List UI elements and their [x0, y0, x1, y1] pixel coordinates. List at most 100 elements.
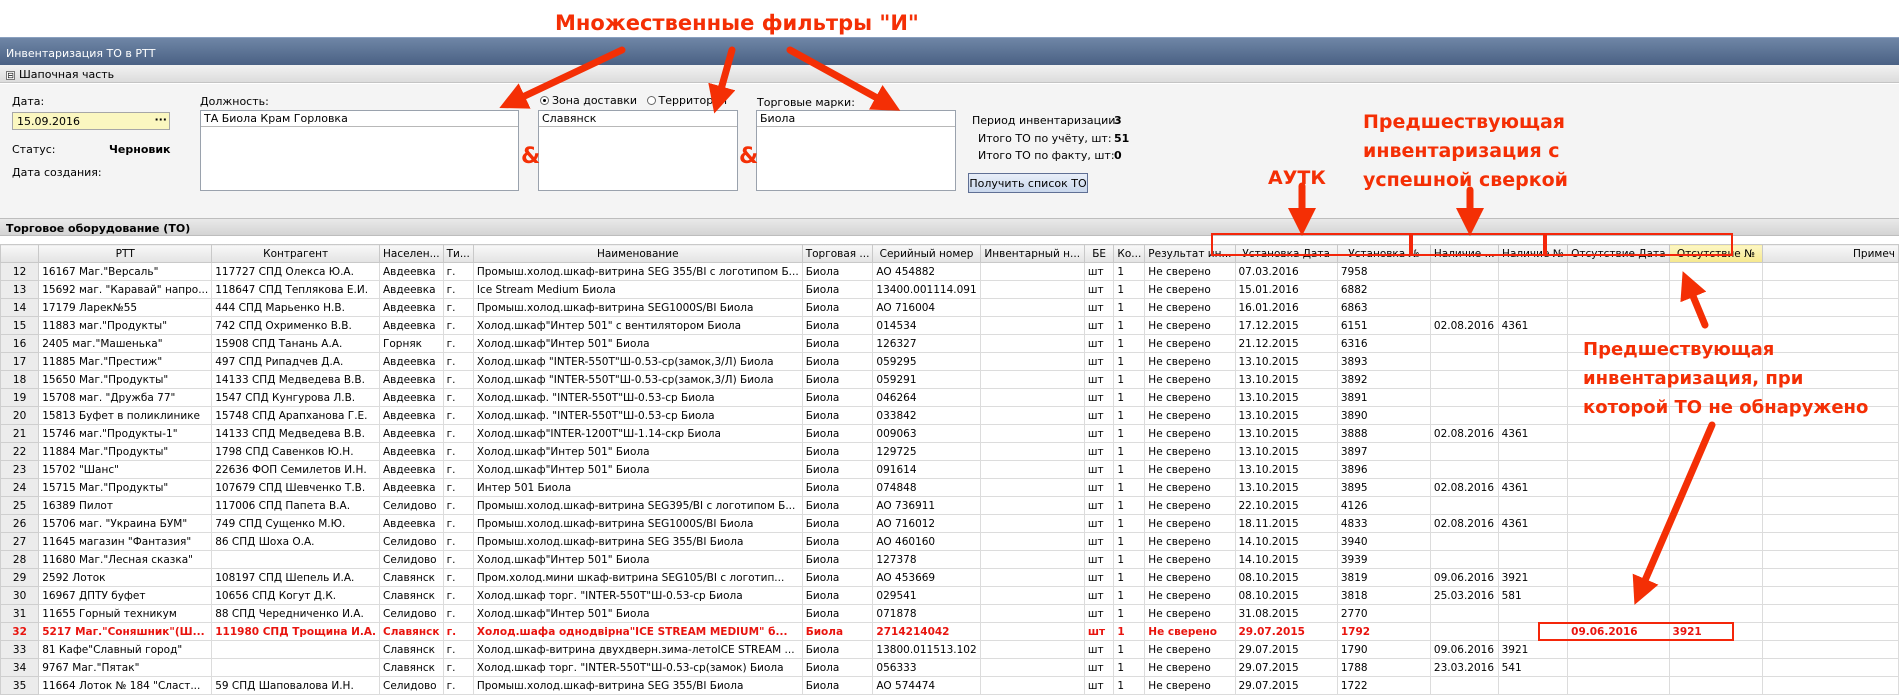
table-cell[interactable]: шт	[1083, 370, 1115, 389]
table-cell[interactable]: Ice Stream Medium Биола	[472, 280, 803, 299]
table-cell[interactable]	[979, 352, 1085, 371]
table-cell[interactable]: Не сверено	[1144, 370, 1236, 389]
table-cell[interactable]: 074848	[872, 478, 981, 497]
table-cell[interactable]: Холод.шкаф"Интер 501" с вентилятором Био…	[472, 316, 803, 335]
table-cell[interactable]: шт	[1083, 460, 1115, 479]
table-cell[interactable]: Биола	[801, 424, 874, 443]
table-cell[interactable]: 1	[1113, 568, 1146, 587]
row-number[interactable]: 30	[0, 586, 40, 605]
table-cell[interactable]: Биола	[801, 298, 874, 317]
table-cell[interactable]: г.	[442, 334, 474, 353]
table-cell[interactable]	[1668, 658, 1764, 677]
column-header[interactable]: Торговая ...	[801, 244, 874, 263]
table-cell[interactable]	[1668, 316, 1764, 335]
row-number[interactable]: 20	[0, 406, 40, 425]
table-cell[interactable]: шт	[1083, 550, 1115, 569]
equipment-table[interactable]: РТТ Контрагент Населен... Ти... Наименование…	[0, 244, 1899, 695]
table-cell[interactable]: г.	[442, 460, 474, 479]
table-cell[interactable]: Не сверено	[1144, 262, 1236, 281]
table-cell[interactable]: AO 453669	[872, 568, 981, 587]
table-cell[interactable]	[211, 640, 380, 659]
table-cell[interactable]: Промыш.холод.шкаф-витрина SEG 355/BI с л…	[472, 262, 803, 281]
table-cell[interactable]: 1	[1113, 604, 1146, 623]
table-cell[interactable]	[979, 388, 1085, 407]
table-cell[interactable]: 4361	[1497, 514, 1569, 533]
table-cell[interactable]	[1668, 550, 1764, 569]
table-cell[interactable]: 1	[1113, 424, 1146, 443]
table-cell[interactable]: 11664 Лоток № 184 "Сласт...	[38, 676, 213, 695]
table-cell[interactable]: 3888	[1336, 424, 1431, 443]
table-cell[interactable]: Не сверено	[1144, 604, 1236, 623]
table-cell[interactable]: 1790	[1336, 640, 1431, 659]
table-cell[interactable]: Биола	[801, 280, 874, 299]
table-cell[interactable]: 1	[1113, 334, 1146, 353]
table-cell[interactable]: 1	[1113, 388, 1146, 407]
table-cell[interactable]: 1	[1113, 370, 1146, 389]
table-cell[interactable]	[1429, 388, 1499, 407]
table-cell[interactable]: г.	[442, 370, 474, 389]
table-cell[interactable]: 749 СПД Сущенко М.Ю.	[211, 514, 380, 533]
brands-item[interactable]: Биола	[757, 111, 955, 127]
table-cell[interactable]: 1	[1113, 514, 1146, 533]
table-cell[interactable]: 3891	[1336, 388, 1431, 407]
table-cell[interactable]: Биола	[801, 460, 874, 479]
table-cell[interactable]: Славянск	[378, 586, 444, 605]
table-cell[interactable]: 1	[1113, 586, 1146, 605]
table-row[interactable]: 13 15692 маг. "Каравай" напро... 118647 СП…	[0, 280, 1899, 299]
table-cell[interactable]	[1668, 604, 1764, 623]
table-cell[interactable]: 541	[1497, 658, 1569, 677]
table-cell[interactable]: Авдеевка	[378, 370, 444, 389]
table-cell[interactable]	[1668, 586, 1764, 605]
table-cell[interactable]: 117727 СПД Олекса Ю.А.	[211, 262, 380, 281]
table-cell[interactable]: Авдеевка	[378, 442, 444, 461]
table-cell[interactable]: 16389 Пилот	[38, 496, 213, 515]
table-cell[interactable]: Холод.шкаф торг. "INTER-550T"Ш-0.53-ср(з…	[472, 658, 803, 677]
row-number[interactable]: 13	[0, 280, 40, 299]
table-cell[interactable]: 3939	[1336, 550, 1431, 569]
table-cell[interactable]	[1429, 280, 1499, 299]
table-cell[interactable]	[1762, 622, 1899, 641]
table-cell[interactable]: шт	[1083, 352, 1115, 371]
table-cell[interactable]: 11884 Маг."Продукты"	[38, 442, 213, 461]
table-cell[interactable]: г.	[442, 568, 474, 587]
table-cell[interactable]: 6316	[1336, 334, 1431, 353]
column-header[interactable]: БЕ	[1083, 244, 1115, 263]
brands-list[interactable]: Биола	[756, 110, 956, 191]
table-cell[interactable]: 08.10.2015	[1234, 586, 1338, 605]
table-cell[interactable]: 046264	[872, 388, 981, 407]
table-cell[interactable]: Не сверено	[1144, 442, 1236, 461]
table-cell[interactable]: 14.10.2015	[1234, 550, 1338, 569]
table-cell[interactable]: Биола	[801, 334, 874, 353]
table-cell[interactable]	[979, 550, 1085, 569]
column-header[interactable]: Инвентарный н...	[979, 244, 1085, 263]
table-cell[interactable]: 22636 ФОП Семилетов И.Н.	[211, 460, 380, 479]
table-cell[interactable]: Пром.холод.мини шкаф-витрина SEG105/BI с…	[472, 568, 803, 587]
table-cell[interactable]	[1429, 370, 1499, 389]
row-number[interactable]: 32	[0, 622, 40, 641]
table-cell[interactable]: г.	[442, 352, 474, 371]
row-number[interactable]: 22	[0, 442, 40, 461]
table-cell[interactable]: Холод.шафа однодвірна"ICE STREAM MEDIUM"…	[472, 622, 803, 641]
table-cell[interactable]: Биола	[801, 352, 874, 371]
table-cell[interactable]: 23.03.2016	[1429, 658, 1499, 677]
table-cell[interactable]: 4361	[1497, 478, 1569, 497]
table-cell[interactable]: Биола	[801, 532, 874, 551]
table-row[interactable]: 23 15702 "Шанс" 22636 ФОП Семилетов И.Н. Ав…	[0, 460, 1899, 479]
table-row[interactable]: 35 11664 Лоток № 184 "Сласт... 59 СПД Шапо…	[0, 676, 1899, 695]
table-cell[interactable]	[1567, 568, 1670, 587]
table-cell[interactable]: 15702 "Шанс"	[38, 460, 213, 479]
table-cell[interactable]: Славянск	[378, 568, 444, 587]
table-cell[interactable]: шт	[1083, 658, 1115, 677]
column-header[interactable]: Наличие ...	[1429, 244, 1499, 263]
table-cell[interactable]: Биола	[801, 478, 874, 497]
column-header[interactable]: Наличие №	[1497, 244, 1569, 263]
table-cell[interactable]	[979, 496, 1085, 515]
column-header[interactable]: Установка Дата	[1234, 244, 1338, 263]
table-cell[interactable]: 4126	[1336, 496, 1431, 515]
table-cell[interactable]: Не сверено	[1144, 568, 1236, 587]
table-cell[interactable]: 81 Кафе"Славный город"	[38, 640, 213, 659]
table-cell[interactable]: шт	[1083, 604, 1115, 623]
table-row[interactable]: 22 11884 Маг."Продукты" 1798 СПД Савенков …	[0, 442, 1899, 461]
table-cell[interactable]	[1668, 514, 1764, 533]
table-cell[interactable]: Не сверено	[1144, 352, 1236, 371]
